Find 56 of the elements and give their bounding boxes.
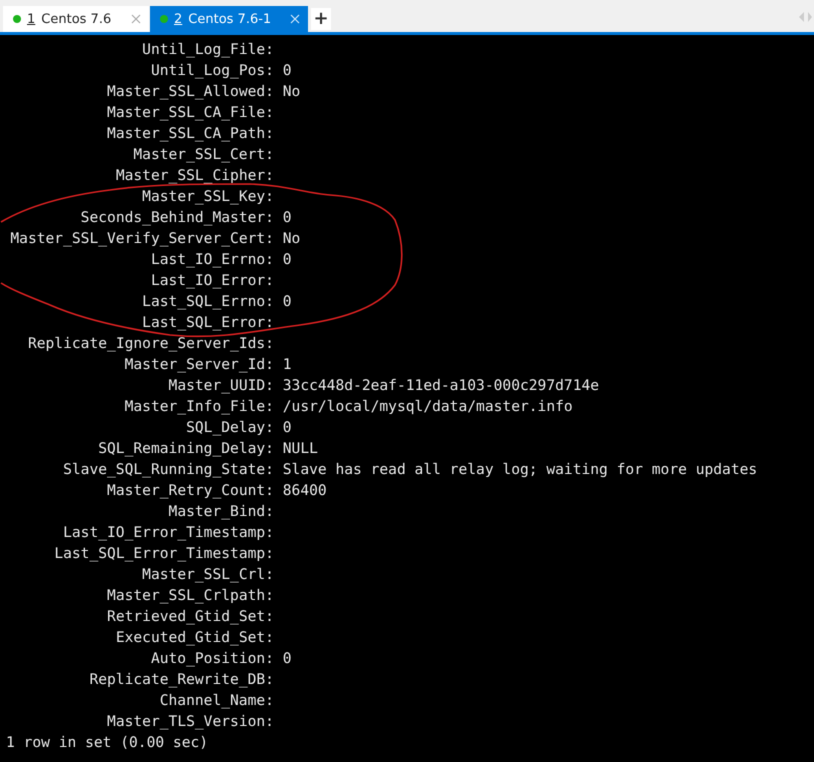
field-name: Last_IO_Errno: [150, 251, 274, 268]
field-value: No [282, 229, 300, 249]
new-tab-button[interactable]: + [311, 8, 331, 30]
field-value: 0 [282, 250, 292, 270]
result-summary: 1 row in set (0.00 sec) [6, 734, 208, 751]
field-name: Master_SSL_CA_File: [107, 104, 274, 121]
field-name: Executed_Gtid_Set: [116, 629, 274, 646]
field-name: Master_SSL_Cipher: [116, 167, 274, 184]
field-name: Master_SSL_Cert: [133, 146, 274, 163]
field-name: SQL_Delay: [186, 419, 274, 436]
terminal-tab[interactable]: 2 Centos 7.6-1 [150, 6, 308, 32]
field-value: 1 [282, 355, 292, 375]
field-value: /usr/local/mysql/data/master.info [282, 397, 573, 417]
field-name: Master_SSL_CA_Path: [107, 125, 274, 142]
field-name: Master_SSL_Verify_Server_Cert: [10, 230, 274, 247]
field-name: Last_SQL_Error_Timestamp: [54, 545, 274, 562]
terminal-tab[interactable]: 1 Centos 7.6 [3, 6, 149, 32]
field-name: Retrieved_Gtid_Set: [107, 608, 274, 625]
field-name: Master_Server_Id: [124, 356, 274, 373]
field-name: SQL_Remaining_Delay: [98, 440, 274, 457]
field-name: Master_SSL_Crlpath: [107, 587, 274, 604]
field-name: Master_SSL_Crl: [142, 566, 274, 583]
field-name: Last_IO_Error: [150, 272, 274, 289]
field-value: No [282, 82, 300, 102]
field-value: 0 [282, 649, 292, 669]
field-name: Master_TLS_Version: [107, 713, 274, 730]
field-value: 0 [282, 418, 292, 438]
field-name: Until_Log_Pos: [150, 62, 274, 79]
field-name: Replicate_Ignore_Server_Ids: [28, 335, 274, 352]
field-value: 0 [282, 61, 292, 81]
field-name: Seconds_Behind_Master: [80, 209, 274, 226]
tab-number: 1 [27, 12, 36, 26]
field-name: Master_Retry_Count: [107, 482, 274, 499]
field-name: Last_SQL_Error: [142, 314, 274, 331]
field-name: Master_Info_File: [124, 398, 274, 415]
field-value: 33cc448d-2eaf-11ed-a103-000c297d714e [282, 376, 600, 396]
tab-number: 2 [174, 12, 182, 26]
tab-title: Centos 7.6-1 [188, 12, 272, 26]
field-name: Last_SQL_Errno: [142, 293, 274, 310]
tab-title: Centos 7.6 [41, 12, 112, 26]
field-name: Master_SSL_Allowed: [107, 83, 274, 100]
field-value: 0 [282, 292, 292, 312]
field-name: Until_Log_File: [142, 41, 274, 58]
field-value: 0 [282, 208, 292, 228]
field-name: Auto_Position: [150, 650, 274, 667]
field-name: Channel_Name: [160, 692, 274, 709]
field-name: Master_UUID: [168, 377, 274, 394]
field-name: Master_SSL_Key: [142, 188, 274, 205]
field-name: Master_Bind: [168, 503, 274, 520]
field-name: Replicate_Rewrite_DB: [89, 671, 274, 688]
field-value: 86400 [282, 481, 327, 501]
field-value: Slave has read all relay log; waiting for more updates [282, 460, 758, 480]
close-icon[interactable] [131, 14, 141, 24]
field-name: Last_IO_Error_Timestamp: [63, 524, 274, 541]
field-name: Slave_SQL_Running_State: [63, 461, 274, 478]
field-value: NULL [282, 439, 318, 459]
